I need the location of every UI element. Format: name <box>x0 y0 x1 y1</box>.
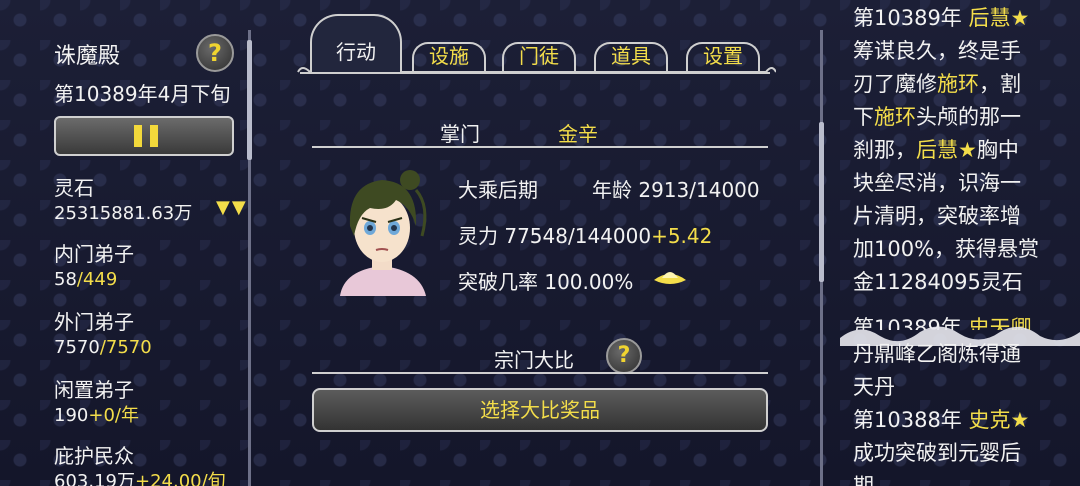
sect-info-panel: 诛魔殿 ? 第10389年4月下旬 灵石 25315881.63万 ▼▼ 内门弟… <box>0 0 262 486</box>
stat-spirit-stones[interactable]: 灵石 25315881.63万 <box>54 172 192 225</box>
leader-name[interactable]: 金辛 <box>558 118 598 147</box>
divider <box>312 372 768 374</box>
center-scrollbar-thumb[interactable] <box>819 122 824 282</box>
leader-portrait[interactable] <box>330 166 434 296</box>
left-scrollbar-thumb[interactable] <box>247 40 252 160</box>
select-tournament-prize-button[interactable]: 选择大比奖品 <box>312 388 768 432</box>
divider <box>312 146 768 148</box>
stat-value: 25315881.63万 <box>54 203 193 224</box>
leader-realm: 大乘后期 <box>458 178 538 202</box>
tab-disciples[interactable]: 门徒 <box>502 40 576 74</box>
stat-label: 灵石 <box>54 176 94 200</box>
tournament-label: 宗门大比 <box>494 348 574 372</box>
character-name[interactable]: 史克★ <box>969 408 1030 432</box>
tab-items[interactable]: 道具 <box>594 40 668 74</box>
stat-extra: +24.00/旬 <box>134 471 226 486</box>
sect-name: 诛魔殿 <box>54 44 121 69</box>
log-entry: 第10389年 后慧★ 筹谋良久，终是手 刃了魔修施环，割 下施环头颅的那一 刹… <box>853 6 1040 294</box>
log-entry: 丹鼎峰乙阁炼得通 天丹 第10388年 史克★ 成功突破到元婴后 期 <box>853 342 1030 486</box>
stat-label: 外门弟子 <box>54 310 134 334</box>
stat-idle-disciples[interactable]: 闲置弟子 190+0/年 <box>54 374 139 427</box>
tab-facilities[interactable]: 设施 <box>412 40 486 74</box>
stat-value: 58 <box>54 269 77 290</box>
leader-spirit-power: 灵力 77548/144000+5.42 <box>458 224 713 248</box>
stat-protected-people[interactable]: 庇护民众 603.19万+24.00/旬 <box>54 440 226 486</box>
stat-inner-disciples[interactable]: 内门弟子 58/449 <box>54 238 134 291</box>
character-name[interactable]: 后慧★ <box>969 6 1030 30</box>
leader-title-label: 掌门 <box>440 122 480 146</box>
leader-age: 年龄 2913/14000 <box>592 178 760 202</box>
game-date: 第10389年4月下旬 <box>54 82 231 106</box>
leader-breakthrough: 突破几率 100.00% <box>458 270 634 294</box>
pause-icon <box>134 125 142 147</box>
tab-actions[interactable]: 行动 <box>310 14 402 74</box>
stat-label: 内门弟子 <box>54 242 134 266</box>
stat-label: 闲置弟子 <box>54 378 134 402</box>
event-log-panel: 第10389年 后慧★ 筹谋良久，终是手 刃了魔修施环，割 下施环头颅的那一 刹… <box>840 0 1080 486</box>
tournament-help-icon[interactable]: ? <box>606 338 642 374</box>
stat-label: 庇护民众 <box>54 444 134 468</box>
stat-extra: /7570 <box>99 337 152 358</box>
stat-extra: +0/年 <box>88 405 139 426</box>
collapse-arrows-icon[interactable]: ▼▼ <box>216 197 248 218</box>
stat-outer-disciples[interactable]: 外门弟子 7570/7570 <box>54 306 152 359</box>
tab-baseline <box>300 72 770 74</box>
help-icon[interactable]: ? <box>196 34 234 72</box>
stat-value: 603.19万 <box>54 471 135 486</box>
pause-button[interactable] <box>54 116 234 156</box>
tab-settings[interactable]: 设置 <box>686 40 760 74</box>
stat-extra: /449 <box>76 269 118 290</box>
stat-value: 190 <box>54 405 89 426</box>
stat-value: 7570 <box>54 337 100 358</box>
lotus-icon[interactable] <box>652 266 688 290</box>
